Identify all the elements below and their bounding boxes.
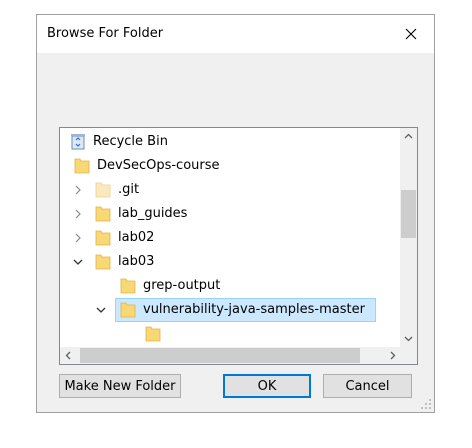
tree-item-label: DevSecOps-course xyxy=(97,158,220,173)
chevron-right-icon[interactable] xyxy=(72,208,84,220)
tree-item-git[interactable]: .git xyxy=(60,178,401,202)
chevron-down-icon[interactable] xyxy=(72,256,84,268)
scroll-up-button[interactable] xyxy=(400,128,417,145)
folder-icon xyxy=(145,326,161,342)
vertical-scroll-thumb[interactable] xyxy=(401,190,416,238)
tree-item-label: Recycle Bin xyxy=(93,134,168,149)
horizontal-scroll-thumb[interactable] xyxy=(80,348,360,363)
close-icon xyxy=(405,28,417,40)
tree-item-recycle-bin[interactable]: Recycle Bin xyxy=(60,130,401,154)
horizontal-scrollbar[interactable] xyxy=(60,347,401,364)
folder-icon xyxy=(95,230,111,246)
folder-icon xyxy=(95,254,111,270)
chevron-down-icon[interactable] xyxy=(95,304,107,316)
dialog-title: Browse For Folder xyxy=(47,26,164,41)
chevron-right-icon[interactable] xyxy=(72,184,84,196)
chevron-left-icon xyxy=(65,351,71,360)
tree-item-label: .git xyxy=(118,182,140,197)
tree-item-label: lab03 xyxy=(118,254,155,269)
chevron-down-icon xyxy=(404,336,413,342)
tree-item-grep-output[interactable]: grep-output xyxy=(60,274,401,298)
scroll-down-button[interactable] xyxy=(400,330,417,347)
scroll-left-button[interactable] xyxy=(60,347,77,364)
vertical-scrollbar[interactable] xyxy=(400,128,417,347)
browse-for-folder-dialog: Browse For Folder Recycle Bin DevSecOps-… xyxy=(36,14,435,413)
tree-rows: Recycle Bin DevSecOps-course .git lab_gu… xyxy=(60,128,401,347)
folder-icon xyxy=(74,158,90,174)
tree-item-label: grep-output xyxy=(143,278,221,293)
resize-grip-icon[interactable] xyxy=(420,398,432,410)
ok-button[interactable]: OK xyxy=(223,374,311,398)
folder-icon xyxy=(95,206,111,222)
tree-item-label: lab_guides xyxy=(118,206,188,221)
folder-icon xyxy=(120,302,136,318)
scrollbar-corner xyxy=(400,347,417,364)
recycle-bin-icon xyxy=(71,134,85,150)
cancel-button[interactable]: Cancel xyxy=(323,374,412,398)
chevron-right-icon[interactable] xyxy=(72,232,84,244)
make-new-folder-button[interactable]: Make New Folder xyxy=(59,374,181,398)
tree-item-lab03[interactable]: lab03 xyxy=(60,250,401,274)
tree-item-devsecops-course[interactable]: DevSecOps-course xyxy=(60,154,401,178)
chevron-right-icon xyxy=(390,351,396,360)
tree-item-lab-guides[interactable]: lab_guides xyxy=(60,202,401,226)
close-button[interactable] xyxy=(388,15,434,53)
tree-item-label: lab02 xyxy=(118,230,155,245)
title-bar[interactable]: Browse For Folder xyxy=(37,15,434,53)
folder-icon xyxy=(120,278,136,294)
folder-tree[interactable]: Recycle Bin DevSecOps-course .git lab_gu… xyxy=(59,127,418,365)
tree-item-label: vulnerability-java-samples-master xyxy=(143,302,365,317)
scroll-right-button[interactable] xyxy=(384,347,401,364)
chevron-up-icon xyxy=(404,133,413,139)
folder-hidden-icon xyxy=(95,182,111,198)
tree-item-vulnerability-java-samples-master[interactable]: vulnerability-java-samples-master xyxy=(60,298,401,322)
tree-item-lab02[interactable]: lab02 xyxy=(60,226,401,250)
